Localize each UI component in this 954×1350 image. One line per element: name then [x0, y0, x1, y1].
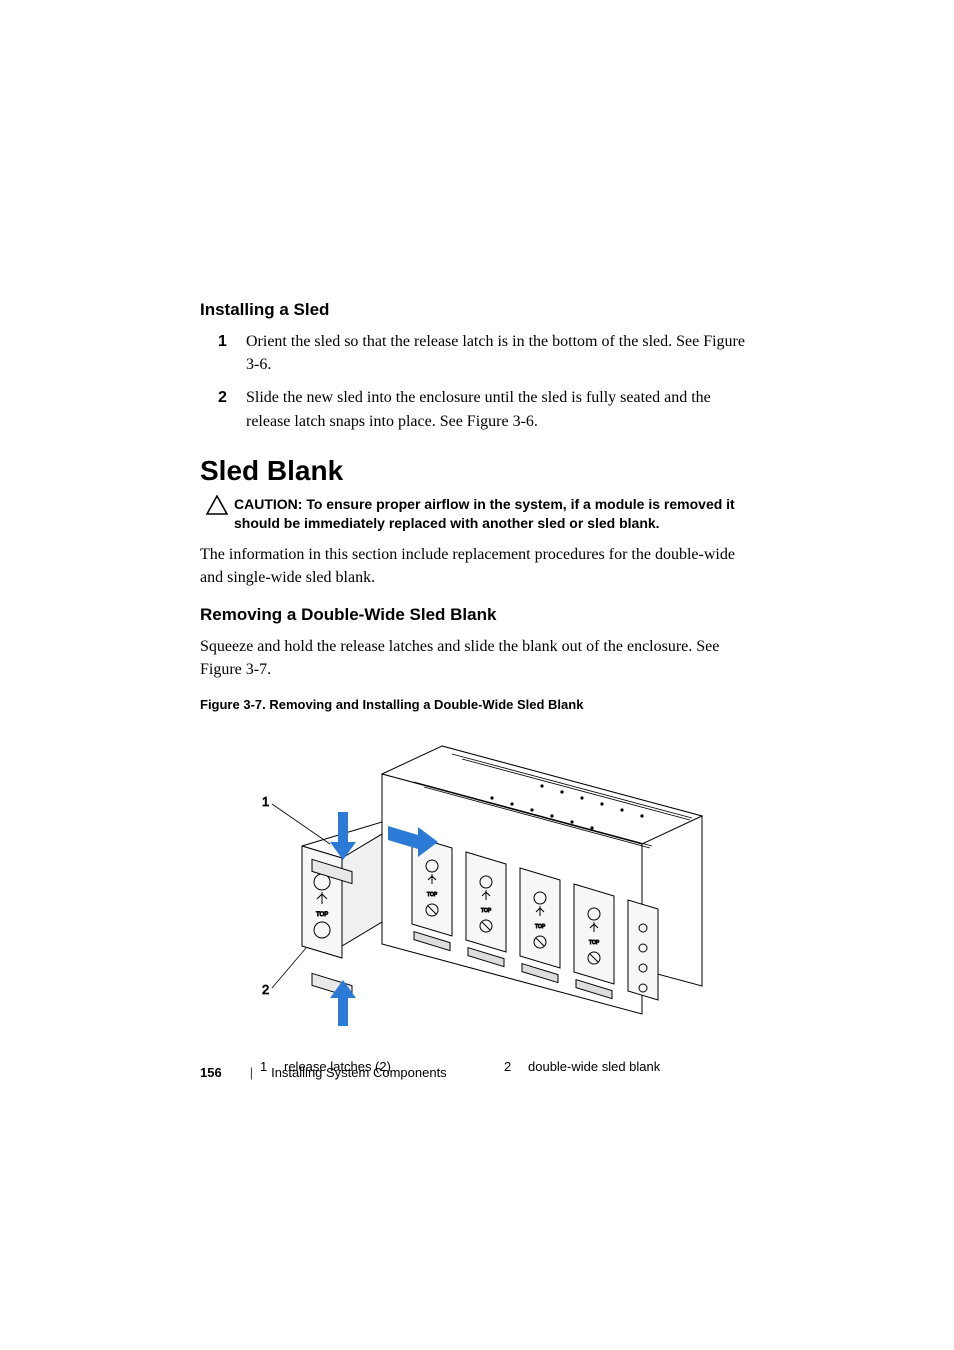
page-number: 156 [200, 1065, 222, 1080]
page: Installing a Sled 1 Orient the sled so t… [0, 0, 954, 1350]
svg-text:TOP: TOP [427, 892, 438, 898]
list-number: 1 [218, 330, 246, 376]
callout-label: double-wide sled blank [528, 1059, 748, 1074]
ordered-list: 1 Orient the sled so that the release la… [218, 330, 754, 433]
heading-sled-blank: Sled Blank [200, 455, 754, 487]
svg-text:TOP: TOP [481, 908, 492, 914]
svg-text:TOP: TOP [316, 912, 328, 918]
figure-illustration: TOP TOP TOP [200, 726, 754, 1041]
paragraph: Squeeze and hold the release latches and… [200, 635, 754, 681]
page-footer: 156 | Installing System Components [200, 1065, 447, 1080]
caution-body: To ensure proper airflow in the system, … [234, 496, 735, 531]
caution-label: CAUTION: [234, 496, 306, 512]
caution-block: CAUTION: To ensure proper airflow in the… [206, 495, 754, 533]
list-text: Orient the sled so that the release latc… [246, 330, 754, 376]
svg-text:TOP: TOP [589, 940, 600, 946]
caution-text: CAUTION: To ensure proper airflow in the… [234, 495, 754, 533]
heading-removing-double-wide: Removing a Double-Wide Sled Blank [200, 605, 754, 625]
callout-number: 2 [504, 1059, 528, 1074]
footer-separator: | [250, 1065, 253, 1080]
svg-text:TOP: TOP [535, 924, 546, 930]
heading-installing-a-sled: Installing a Sled [200, 300, 754, 320]
list-item: 1 Orient the sled so that the release la… [218, 330, 754, 376]
footer-title: Installing System Components [271, 1065, 447, 1080]
figure-leader-1: 1 [262, 794, 269, 809]
caution-icon [206, 495, 234, 520]
list-item: 2 Slide the new sled into the enclosure … [218, 386, 754, 432]
paragraph: The information in this section include … [200, 543, 754, 589]
figure-leader-2: 2 [262, 982, 269, 997]
list-number: 2 [218, 386, 246, 432]
figure-caption: Figure 3-7. Removing and Installing a Do… [200, 697, 754, 712]
list-text: Slide the new sled into the enclosure un… [246, 386, 754, 432]
